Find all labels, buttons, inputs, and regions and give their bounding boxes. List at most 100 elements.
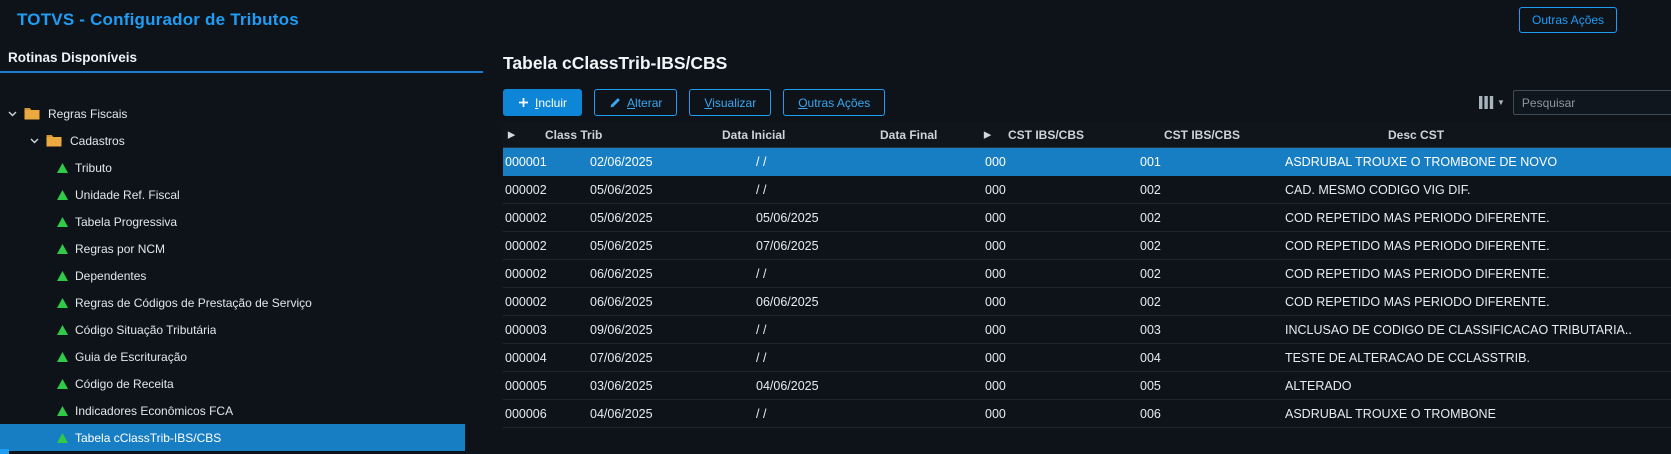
cell-data-inicial: 03/06/2025 — [588, 379, 754, 393]
cell-class-trib: 000002 — [503, 239, 588, 253]
cell-class-trib: 000005 — [503, 379, 588, 393]
table-row[interactable]: 000003 09/06/2025 / / 000 003 INCLUSAO D… — [503, 316, 1671, 344]
cell-desc-cst: COD REPETIDO MAS PERIODO DIFERENTE. — [1283, 239, 1671, 253]
cell-cst-ibs-cbs-1: 000 — [983, 155, 1138, 169]
columns-icon — [1479, 96, 1494, 109]
routine-triangle-icon — [57, 433, 69, 443]
cell-cst-ibs-cbs-2: 002 — [1138, 211, 1283, 225]
sidebar-item-tabela-progressiva[interactable]: Tabela Progressiva — [0, 208, 465, 235]
col-header-cst-ibs-cbs-2[interactable]: CST IBS/CBS — [1164, 128, 1240, 142]
sidebar-item-regras-fiscais[interactable]: Regras Fiscais — [0, 100, 465, 127]
visualizar-button[interactable]: Visualizar — [689, 89, 771, 116]
tree-item-label: Regras Fiscais — [48, 107, 127, 121]
cell-class-trib: 000004 — [503, 351, 588, 365]
scrollbar-thumb[interactable] — [0, 449, 9, 454]
sidebar-item-regras-de-codigos-de-prestacao-de-servico[interactable]: Regras de Códigos de Prestação de Serviç… — [0, 289, 465, 316]
chevron-down-icon[interactable] — [30, 138, 46, 144]
incluir-button[interactable]: Incluir — [503, 89, 582, 116]
table-row[interactable]: 000002 06/06/2025 06/06/2025 000 002 COD… — [503, 288, 1671, 316]
routine-triangle-icon — [57, 406, 69, 416]
cell-cst-ibs-cbs-1: 000 — [983, 323, 1138, 337]
table-row[interactable]: 000004 07/06/2025 / / 000 004 TESTE DE A… — [503, 344, 1671, 372]
cell-data-inicial: 06/06/2025 — [588, 267, 754, 281]
routine-triangle-icon — [57, 298, 69, 308]
toolbar-right-controls: ▼ — [1479, 90, 1671, 115]
plus-icon — [518, 97, 529, 108]
cell-cst-ibs-cbs-2: 001 — [1138, 155, 1283, 169]
tree-item-label: Tributo — [75, 161, 112, 175]
cell-data-final: / / — [754, 351, 983, 365]
sidebar-item-codigo-de-receita[interactable]: Código de Receita — [0, 370, 465, 397]
cell-desc-cst: COD REPETIDO MAS PERIODO DIFERENTE. — [1283, 211, 1671, 225]
cell-cst-ibs-cbs-2: 002 — [1138, 267, 1283, 281]
routine-triangle-icon — [57, 271, 69, 281]
chevron-down-icon[interactable] — [8, 111, 24, 117]
routine-triangle-icon — [57, 190, 69, 200]
cell-data-final: 07/06/2025 — [754, 239, 983, 253]
cell-desc-cst: TESTE DE ALTERACAO DE CCLASSTRIB. — [1283, 351, 1671, 365]
cell-class-trib: 000002 — [503, 183, 588, 197]
columns-picker-button[interactable]: ▼ — [1479, 96, 1505, 109]
main-panel: Tabela cClassTrib-IBS/CBS Incluir Altera… — [483, 40, 1671, 454]
cell-data-inicial: 07/06/2025 — [588, 351, 754, 365]
table-row[interactable]: 000002 05/06/2025 05/06/2025 000 002 COD… — [503, 204, 1671, 232]
pencil-icon — [609, 97, 621, 109]
table-row[interactable]: 000002 05/06/2025 / / 000 002 CAD. MESMO… — [503, 176, 1671, 204]
cell-class-trib: 000001 — [503, 155, 588, 169]
table-row[interactable]: 000001 02/06/2025 / / 000 001 ASDRUBAL T… — [503, 148, 1671, 176]
tree-item-label: Cadastros — [70, 134, 125, 148]
sidebar-item-guia-de-escrituracao[interactable]: Guia de Escrituração — [0, 343, 465, 370]
arrow-right-icon[interactable]: ▶ — [984, 129, 991, 140]
cell-cst-ibs-cbs-1: 000 — [983, 351, 1138, 365]
search-input[interactable] — [1513, 90, 1671, 115]
table-row[interactable]: 000002 06/06/2025 / / 000 002 COD REPETI… — [503, 260, 1671, 288]
cell-class-trib: 000003 — [503, 323, 588, 337]
outras-acoes-top-button[interactable]: Outras Ações — [1519, 7, 1617, 33]
routine-triangle-icon — [57, 352, 69, 362]
cell-data-final: 06/06/2025 — [754, 295, 983, 309]
toolbar: Incluir Alterar Visualizar Outras Ações — [503, 89, 1671, 116]
col-header-data-inicial[interactable]: Data Inicial — [722, 128, 785, 142]
cell-cst-ibs-cbs-1: 000 — [983, 295, 1138, 309]
routine-triangle-icon — [57, 217, 69, 227]
cell-cst-ibs-cbs-2: 002 — [1138, 239, 1283, 253]
col-header-desc-cst[interactable]: Desc CST — [1388, 128, 1444, 142]
cell-data-inicial: 06/06/2025 — [588, 295, 754, 309]
arrow-right-icon[interactable]: ▶ — [508, 129, 515, 140]
cell-cst-ibs-cbs-2: 005 — [1138, 379, 1283, 393]
table-body: 000001 02/06/2025 / / 000 001 ASDRUBAL T… — [503, 148, 1671, 428]
col-header-cst-ibs-cbs-1[interactable]: CST IBS/CBS — [1008, 128, 1084, 142]
col-header-class-trib[interactable]: Class Trib — [545, 128, 602, 142]
alterar-button[interactable]: Alterar — [594, 89, 677, 116]
sidebar-item-dependentes[interactable]: Dependentes — [0, 262, 465, 289]
cell-desc-cst: CAD. MESMO CODIGO VIG DIF. — [1283, 183, 1671, 197]
table-header-row: ▶ Class Trib Data Inicial Data Final ▶ C… — [503, 122, 1671, 148]
records-table: ▶ Class Trib Data Inicial Data Final ▶ C… — [503, 122, 1671, 428]
sidebar-item-regras-por-ncm[interactable]: Regras por NCM — [0, 235, 465, 262]
sidebar-item-tributo[interactable]: Tributo — [0, 154, 465, 181]
cell-class-trib: 000002 — [503, 295, 588, 309]
routine-triangle-icon — [57, 244, 69, 254]
sidebar-item-codigo-situacao-tributaria[interactable]: Código Situação Tributária — [0, 316, 465, 343]
cell-data-final: / / — [754, 407, 983, 421]
sidebar-heading: Rotinas Disponíveis — [0, 40, 483, 66]
tree-item-label: Regras por NCM — [75, 242, 165, 256]
cell-data-inicial: 05/06/2025 — [588, 239, 754, 253]
table-row[interactable]: 000005 03/06/2025 04/06/2025 000 005 ALT… — [503, 372, 1671, 400]
cell-data-final: 05/06/2025 — [754, 211, 983, 225]
cell-data-final: / / — [754, 267, 983, 281]
cell-class-trib: 000006 — [503, 407, 588, 421]
sidebar-heading-underline — [0, 71, 483, 73]
tree-item-label: Unidade Ref. Fiscal — [75, 188, 180, 202]
outras-acoes-button[interactable]: Outras Ações — [783, 89, 885, 116]
cell-class-trib: 000002 — [503, 267, 588, 281]
table-row[interactable]: 000006 04/06/2025 / / 000 006 ASDRUBAL T… — [503, 400, 1671, 428]
cell-cst-ibs-cbs-1: 000 — [983, 407, 1138, 421]
cell-desc-cst: COD REPETIDO MAS PERIODO DIFERENTE. — [1283, 295, 1671, 309]
sidebar-item-indicadores-economicos-fca[interactable]: Indicadores Econômicos FCA — [0, 397, 465, 424]
sidebar-item-unidade-ref-fiscal[interactable]: Unidade Ref. Fiscal — [0, 181, 465, 208]
sidebar-item-cadastros[interactable]: Cadastros — [0, 127, 465, 154]
col-header-data-final[interactable]: Data Final — [880, 128, 937, 142]
sidebar-item-tabela-cclasstrib-ibs-cbs[interactable]: Tabela cClassTrib-IBS/CBS — [0, 424, 465, 451]
table-row[interactable]: 000002 05/06/2025 07/06/2025 000 002 COD… — [503, 232, 1671, 260]
